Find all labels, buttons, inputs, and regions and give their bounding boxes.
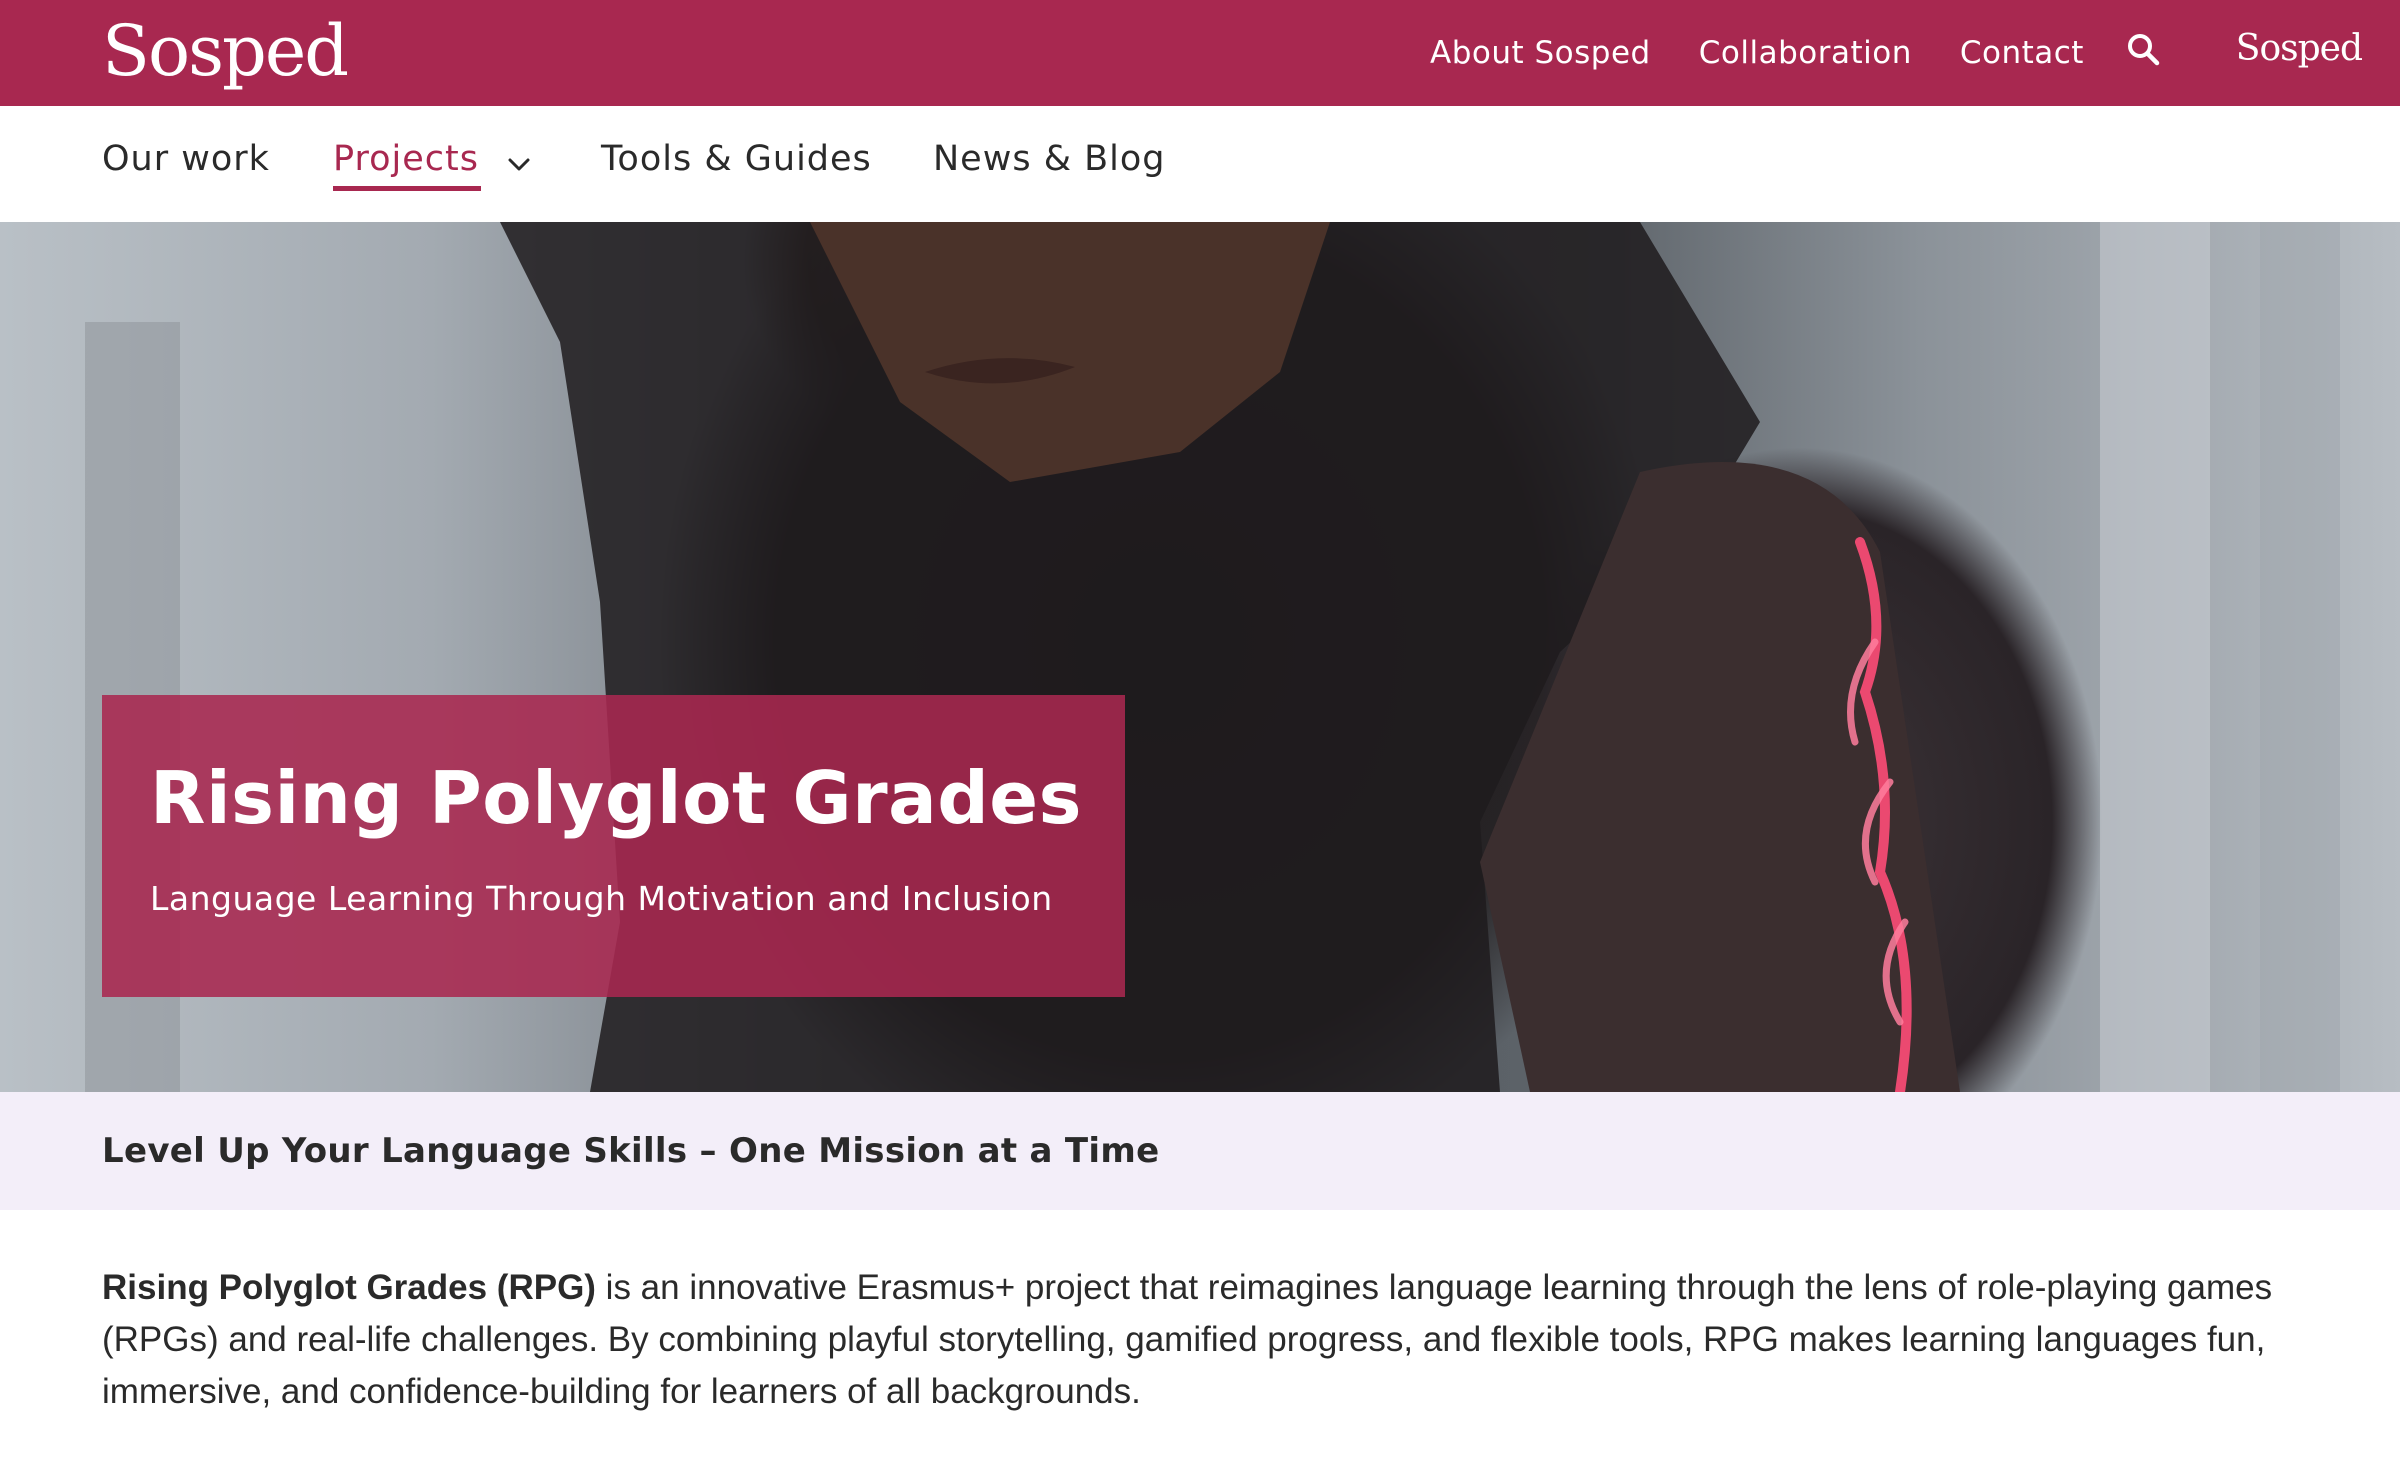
tagline-band: Level Up Your Language Skills – One Miss… [0,1092,2400,1210]
intro-paragraph: Rising Polyglot Grades (RPG) is an innov… [102,1262,2302,1418]
intro-project-name: Rising Polyglot Grades (RPG) [102,1268,596,1307]
subnav-item-tools-guides[interactable]: Tools & Guides [601,136,872,182]
hero-title-card: Rising Polyglot Grades Language Learning… [102,695,1125,997]
nav-contact-link[interactable]: Contact [1960,35,2084,71]
main-nav: Our work Projects Tools & Guides News & … [0,106,2400,222]
site-logo[interactable]: Sosped [102,6,349,96]
chevron-down-icon[interactable] [504,150,534,180]
subnav-item-projects[interactable]: Projects [333,136,479,182]
top-nav: About Sosped Collaboration Contact [1382,0,2084,106]
nav-about-link[interactable]: About Sosped [1430,35,1651,71]
page-title: Rising Polyglot Grades [150,756,1082,840]
page-subtitle: Language Learning Through Motivation and… [150,879,1053,918]
hero-banner: Rising Polyglot Grades Language Learning… [0,222,2400,1092]
active-tab-underline [333,186,481,191]
tagline-heading: Level Up Your Language Skills – One Miss… [102,1131,1160,1171]
subnav-item-our-work[interactable]: Our work [102,136,270,182]
partner-logo[interactable]: Sosped [2236,24,2363,74]
top-header: Sosped About Sosped Collaboration Contac… [0,0,2400,106]
nav-collaboration-link[interactable]: Collaboration [1699,35,1912,71]
subnav-item-news-blog[interactable]: News & Blog [933,136,1165,182]
search-icon[interactable] [2124,30,2164,70]
